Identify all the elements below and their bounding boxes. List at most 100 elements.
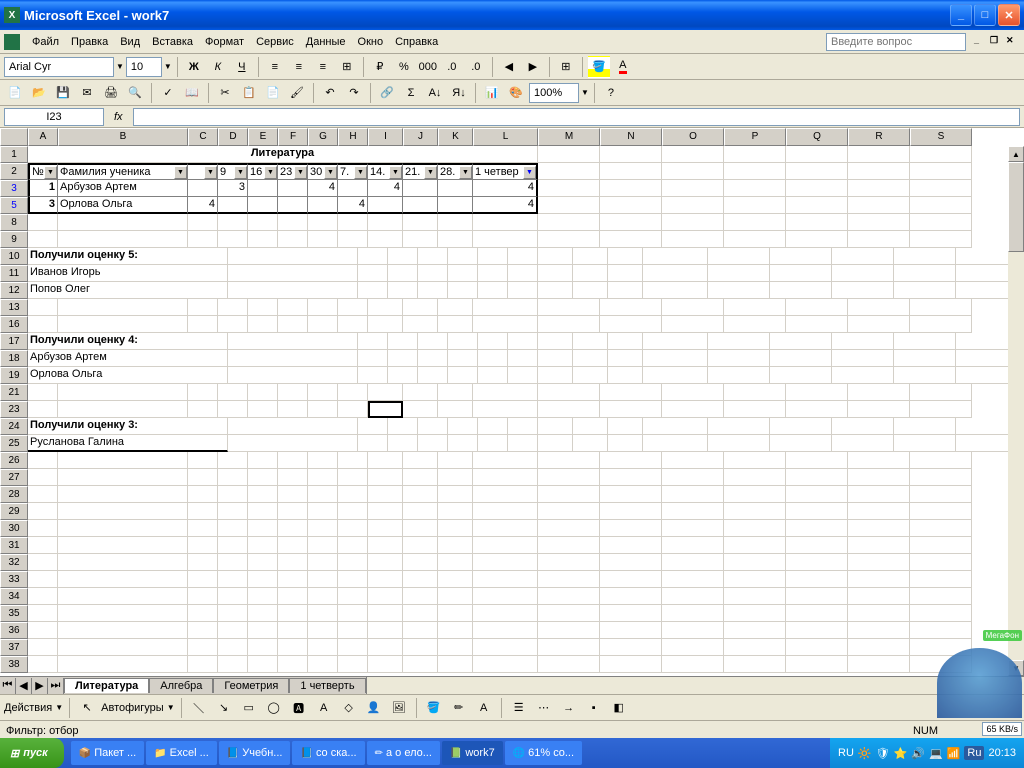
- sheet-tab-quarter[interactable]: 1 четверть: [289, 678, 365, 693]
- row-header-10[interactable]: 10: [0, 248, 28, 265]
- col-header-F[interactable]: F: [278, 128, 308, 146]
- row-header-5[interactable]: 5: [0, 197, 28, 214]
- shadow-icon[interactable]: ▪: [583, 697, 605, 719]
- row-header-32[interactable]: 32: [0, 554, 28, 571]
- minimize-button[interactable]: _: [950, 4, 972, 26]
- scroll-up-button[interactable]: ▲: [1008, 146, 1024, 162]
- question-box[interactable]: [826, 33, 966, 51]
- redo-button[interactable]: ↷: [343, 82, 365, 104]
- clipart-icon[interactable]: 👤: [363, 697, 385, 719]
- col-header-A[interactable]: A: [28, 128, 58, 146]
- autoshapes-menu[interactable]: Автофигуры: [101, 702, 164, 714]
- cut-button[interactable]: ✂: [214, 82, 236, 104]
- taskbar-item-4[interactable]: 📘со ска...: [292, 741, 364, 765]
- underline-button[interactable]: Ч: [231, 56, 253, 78]
- menu-file[interactable]: Файл: [26, 34, 65, 50]
- row-header-2[interactable]: 2: [0, 163, 28, 180]
- name-box[interactable]: [4, 108, 104, 126]
- col-header-R[interactable]: R: [848, 128, 910, 146]
- line-style-icon[interactable]: ☰: [508, 697, 530, 719]
- pointer-icon[interactable]: ↖: [76, 697, 98, 719]
- col-header-Q[interactable]: Q: [786, 128, 848, 146]
- menu-tools[interactable]: Сервис: [250, 34, 300, 50]
- col-header-S[interactable]: S: [910, 128, 972, 146]
- col-header-D[interactable]: D: [218, 128, 248, 146]
- filter-dropdown[interactable]: ▼: [389, 166, 402, 179]
- hyperlink-button[interactable]: 🔗: [376, 82, 398, 104]
- row-header-3[interactable]: 3: [0, 180, 28, 197]
- col-header-C[interactable]: C: [188, 128, 218, 146]
- megafon-widget[interactable]: МегаФон: [937, 648, 1022, 718]
- tab-next[interactable]: ▶: [32, 678, 48, 694]
- line-icon[interactable]: ＼: [188, 697, 210, 719]
- row-header-13[interactable]: 13: [0, 299, 28, 316]
- undo-button[interactable]: ↶: [319, 82, 341, 104]
- decrease-decimal-button[interactable]: .0: [465, 56, 487, 78]
- row-header-26[interactable]: 26: [0, 452, 28, 469]
- spell-button[interactable]: ✓: [157, 82, 179, 104]
- sheet-tab-literature[interactable]: Литература: [64, 678, 149, 693]
- increase-indent-button[interactable]: ▶: [522, 56, 544, 78]
- align-right-button[interactable]: ≡: [312, 56, 334, 78]
- row-header-33[interactable]: 33: [0, 571, 28, 588]
- preview-button[interactable]: 🔍: [124, 82, 146, 104]
- col-header-O[interactable]: O: [662, 128, 724, 146]
- filter-dropdown[interactable]: ▼: [264, 166, 277, 179]
- tab-prev[interactable]: ◀: [16, 678, 32, 694]
- row-header-12[interactable]: 12: [0, 282, 28, 299]
- filter-dropdown[interactable]: ▼: [324, 166, 337, 179]
- oval-icon[interactable]: ◯: [263, 697, 285, 719]
- row-header-1[interactable]: 1: [0, 146, 28, 163]
- borders-button[interactable]: ⊞: [555, 56, 577, 78]
- filter-dropdown[interactable]: ▼: [174, 166, 187, 179]
- row-header-11[interactable]: 11: [0, 265, 28, 282]
- tray-icon[interactable]: 📶: [947, 747, 961, 760]
- filter-dropdown[interactable]: ▼: [424, 166, 437, 179]
- italic-button[interactable]: К: [207, 56, 229, 78]
- filter-dropdown[interactable]: ▼: [354, 166, 367, 179]
- menu-view[interactable]: Вид: [114, 34, 146, 50]
- open-button[interactable]: 📂: [28, 82, 50, 104]
- increase-decimal-button[interactable]: .0: [441, 56, 463, 78]
- start-button[interactable]: ⊞пуск: [0, 738, 64, 768]
- rectangle-icon[interactable]: ▭: [238, 697, 260, 719]
- row-header-21[interactable]: 21: [0, 384, 28, 401]
- row-header-36[interactable]: 36: [0, 622, 28, 639]
- maximize-button[interactable]: □: [974, 4, 996, 26]
- row-header-23[interactable]: 23: [0, 401, 28, 418]
- diagram-icon[interactable]: ◇: [338, 697, 360, 719]
- tray-icon[interactable]: 🔊: [911, 747, 925, 760]
- col-header-L[interactable]: L: [473, 128, 538, 146]
- taskbar-item-2[interactable]: 📁Excel ...: [146, 741, 217, 765]
- filter-dropdown[interactable]: ▼: [294, 166, 307, 179]
- bold-button[interactable]: Ж: [183, 56, 205, 78]
- col-header-E[interactable]: E: [248, 128, 278, 146]
- filter-dropdown[interactable]: ▼: [234, 166, 247, 179]
- row-header-24[interactable]: 24: [0, 418, 28, 435]
- row-header-28[interactable]: 28: [0, 486, 28, 503]
- vertical-scrollbar[interactable]: ▲ ▼: [1008, 146, 1024, 676]
- col-header-I[interactable]: I: [368, 128, 403, 146]
- sort-asc-button[interactable]: A↓: [424, 82, 446, 104]
- font-color-icon[interactable]: А: [473, 697, 495, 719]
- taskbar-item-5[interactable]: ✏а о ело...: [367, 741, 440, 765]
- sheet-tab-algebra[interactable]: Алгебра: [149, 678, 213, 693]
- zoom-box[interactable]: [529, 83, 579, 103]
- doc-minimize[interactable]: _: [974, 35, 988, 49]
- tray-icon[interactable]: 🔆: [858, 747, 872, 760]
- decrease-indent-button[interactable]: ◀: [498, 56, 520, 78]
- paste-button[interactable]: 📄: [262, 82, 284, 104]
- select-all-corner[interactable]: [0, 128, 28, 146]
- row-header-37[interactable]: 37: [0, 639, 28, 656]
- filter-dropdown[interactable]: ▼: [204, 166, 217, 179]
- row-header-18[interactable]: 18: [0, 350, 28, 367]
- menu-window[interactable]: Окно: [352, 34, 390, 50]
- scroll-thumb[interactable]: [1008, 162, 1024, 252]
- research-button[interactable]: 📖: [181, 82, 203, 104]
- font-name-box[interactable]: [4, 57, 114, 77]
- actions-menu[interactable]: Действия: [4, 702, 52, 714]
- sort-desc-button[interactable]: Я↓: [448, 82, 470, 104]
- textbox-icon[interactable]: 🅰: [288, 697, 310, 719]
- tray-icon[interactable]: ⭐: [894, 747, 908, 760]
- save-button[interactable]: 💾: [52, 82, 74, 104]
